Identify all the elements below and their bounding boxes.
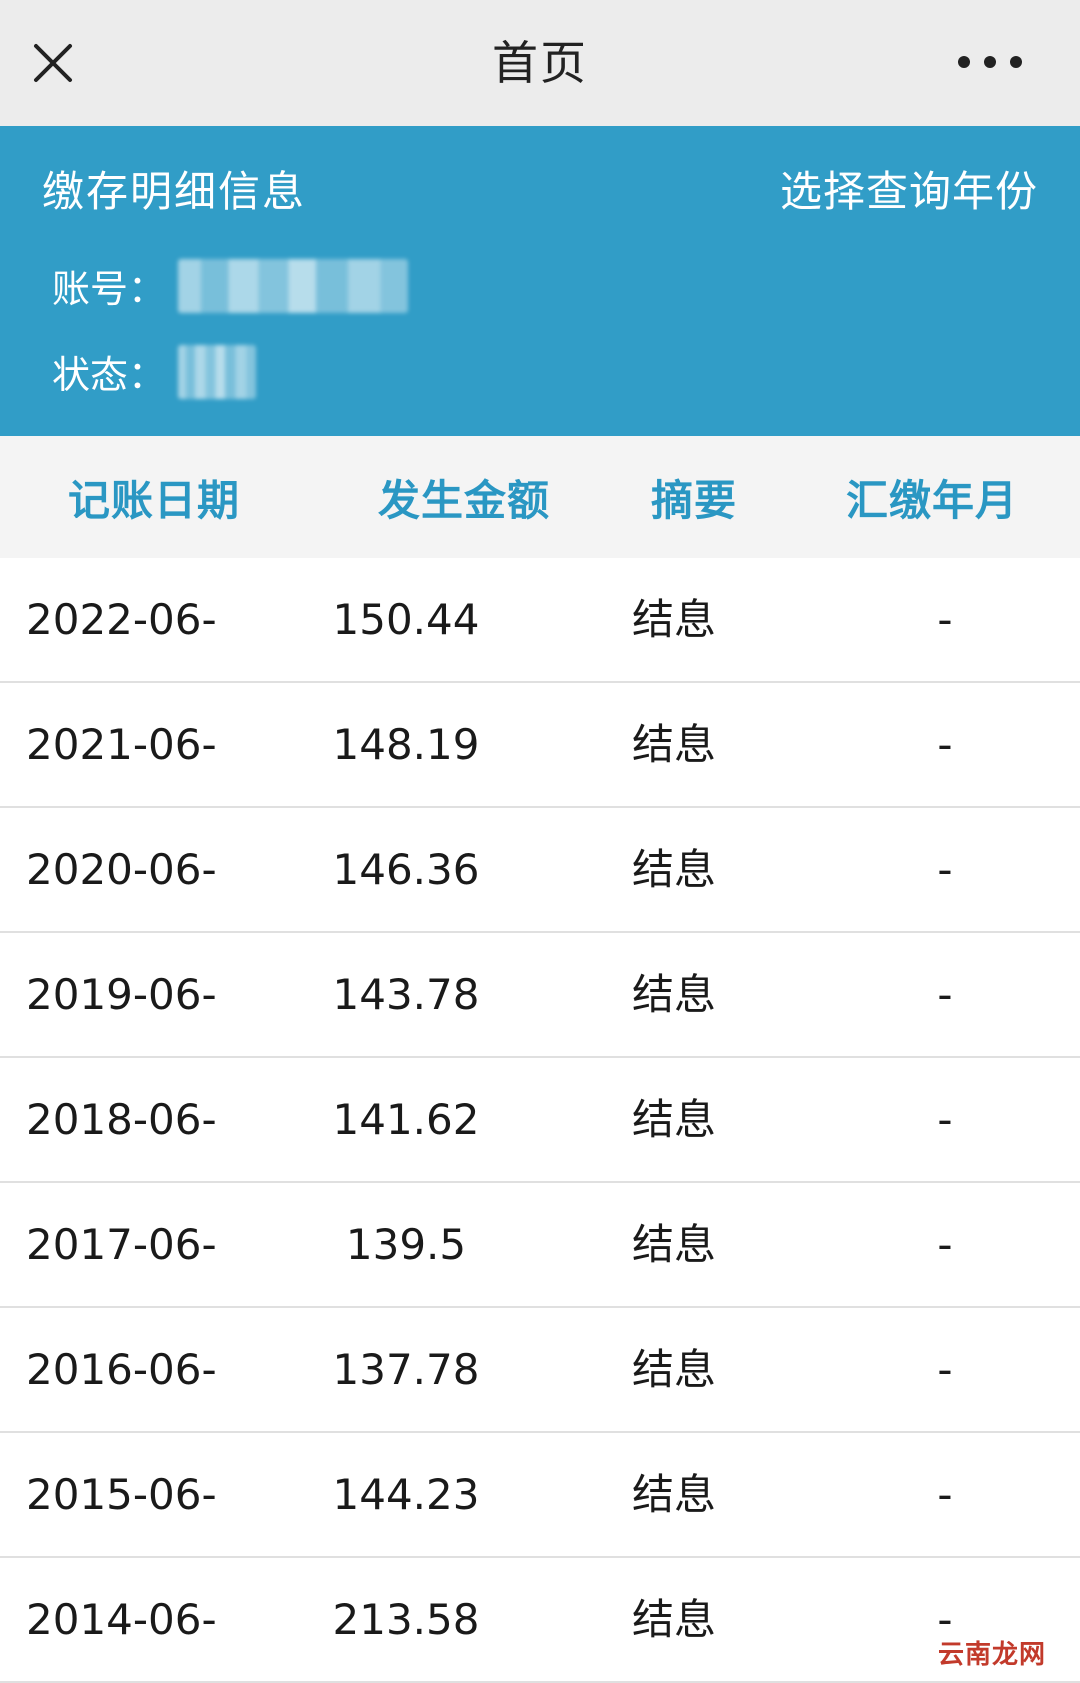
deposit-info-panel: 缴存明细信息 选择查询年份 账号： 状态： — [0, 126, 1080, 436]
cell-month: - — [937, 720, 953, 769]
close-icon[interactable] — [28, 38, 78, 88]
table-row[interactable]: 2014-06-30 213.58 结息 - — [0, 1558, 1080, 1683]
cell-date: 2015-06-30 — [26, 1470, 217, 1642]
cell-summary: 结息 — [631, 1345, 716, 1394]
cell-month: - — [937, 845, 953, 894]
table-row[interactable]: 2020-06-30 146.36 结息 - — [0, 808, 1080, 1017]
cell-date: 2022-06-30 — [26, 595, 217, 767]
cell-summary: 结息 — [631, 1095, 716, 1144]
watermark-logo: 云南龙网 — [937, 1640, 1046, 1670]
column-header-amount: 发生金额 — [377, 475, 550, 525]
status-value-redacted — [178, 344, 257, 399]
table-row[interactable]: 2016-06-30 137.78 结息 - — [0, 1308, 1080, 1517]
table-body: 2022-06-30 150.44 结息 - 2021-06-30 148.19… — [0, 558, 1080, 1683]
cell-summary: 结息 — [631, 595, 716, 644]
cell-summary: 结息 — [631, 1595, 716, 1644]
cell-amount: 144.23 — [332, 1470, 480, 1519]
column-header-month: 汇缴年月 — [845, 475, 1018, 525]
panel-title: 缴存明细信息 — [42, 167, 307, 216]
status-row: 状态： — [52, 344, 257, 399]
cell-month: - — [937, 970, 953, 1019]
cell-amount: 213.58 — [332, 1595, 480, 1644]
cell-date: 2016-06-30 — [26, 1345, 217, 1517]
cell-summary: 结息 — [631, 720, 716, 769]
table-row[interactable]: 2019-06-30 143.78 结息 - — [0, 933, 1080, 1142]
cell-month: - — [937, 1220, 953, 1269]
cell-date: 2021-06-30 — [26, 720, 217, 892]
cell-amount: 150.44 — [332, 595, 480, 644]
cell-date: 2017-06-30 — [26, 1220, 217, 1392]
cell-summary: 结息 — [631, 845, 716, 894]
account-label: 账号： — [52, 267, 167, 311]
cell-amount: 139.5 — [345, 1220, 467, 1269]
column-header-date: 记账日期 — [67, 475, 240, 525]
more-dots-icon[interactable] — [950, 50, 1030, 74]
cell-summary: 结息 — [631, 970, 716, 1019]
table-row[interactable]: 2021-06-30 148.19 结息 - — [0, 683, 1080, 892]
cell-date: 2014-06-30 — [26, 1595, 217, 1644]
cell-amount: 137.78 — [332, 1345, 480, 1394]
cell-amount: 143.78 — [332, 970, 480, 1019]
table-row[interactable]: 2022-06-30 150.44 结息 - — [0, 558, 1080, 767]
table-row[interactable]: 2017-06-30 139.5 结息 - — [0, 1183, 1080, 1392]
cell-summary: 结息 — [631, 1220, 716, 1269]
cell-date: 2020-06-30 — [26, 845, 217, 1017]
cell-month: - — [937, 1470, 953, 1519]
cell-month: - — [937, 1345, 953, 1394]
cell-amount: 148.19 — [332, 720, 480, 769]
cell-month: - — [937, 1095, 953, 1144]
select-year-button[interactable]: 选择查询年份 — [780, 158, 1038, 219]
account-value-redacted — [178, 258, 409, 313]
table-header: 记账日期 发生金额 摘要 汇缴年月 — [0, 436, 1080, 558]
table-row[interactable]: 2018-06-30 141.62 结息 - — [0, 1058, 1080, 1267]
app-page: 首页 缴存明细信息 选择查询年份 账号： 状态： 记账日期 发生金额 摘要 汇缴… — [0, 0, 1080, 1683]
cell-summary: 结息 — [631, 1470, 716, 1519]
status-label: 状态： — [52, 353, 167, 397]
cell-amount: 141.62 — [332, 1095, 480, 1144]
cell-month: - — [937, 595, 953, 644]
table-row[interactable]: 2015-06-30 144.23 结息 - — [0, 1433, 1080, 1642]
page-title: 首页 — [492, 36, 588, 90]
column-header-summary: 摘要 — [650, 475, 737, 525]
account-row: 账号： — [52, 258, 409, 313]
top-navbar: 首页 — [0, 0, 1080, 126]
cell-date: 2018-06-30 — [26, 1095, 217, 1267]
cell-amount: 146.36 — [332, 845, 480, 894]
cell-date: 2019-06-30 — [26, 970, 217, 1142]
